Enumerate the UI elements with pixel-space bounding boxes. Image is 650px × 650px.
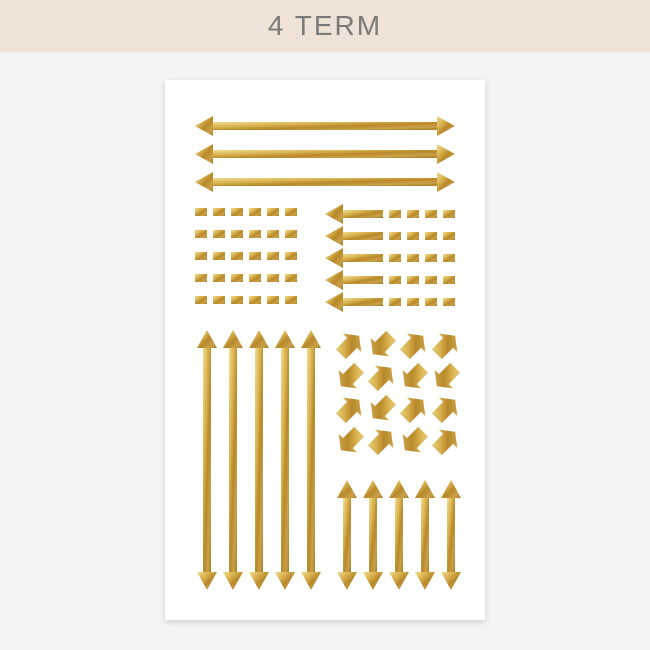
product-stage xyxy=(0,52,650,650)
banner-title: 4 TERM xyxy=(268,10,382,42)
sticker-sheet xyxy=(165,80,485,620)
dashed-line-icon xyxy=(195,208,297,304)
sticker-artwork xyxy=(165,80,485,620)
double-arrow-vertical-short-icon xyxy=(337,480,461,590)
double-arrow-horizontal-icon xyxy=(195,116,455,192)
double-arrow-vertical-tall-icon xyxy=(197,330,321,590)
diagonal-arrow-grid-icon xyxy=(332,327,465,460)
dashed-arrow-left-icon xyxy=(325,204,455,312)
banner: 4 TERM xyxy=(0,0,650,52)
